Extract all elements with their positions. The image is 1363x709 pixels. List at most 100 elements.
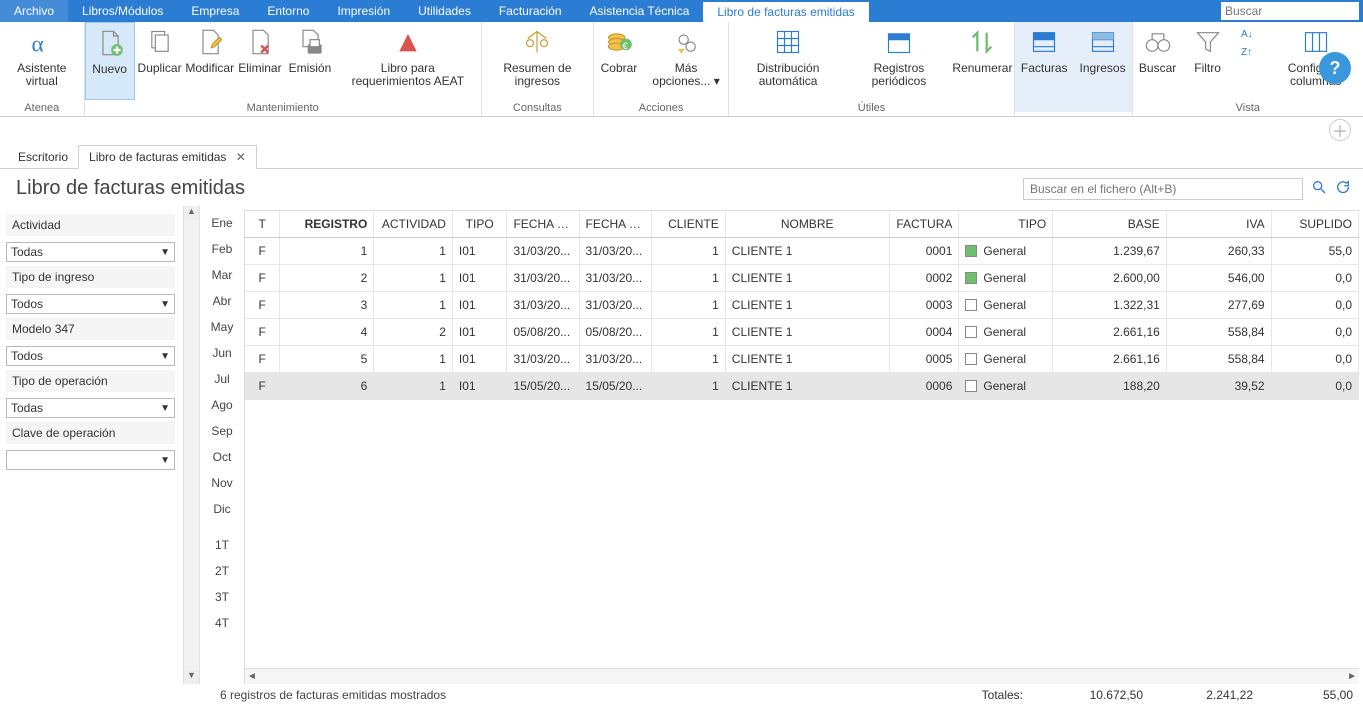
menu-archivo[interactable]: Archivo bbox=[0, 0, 68, 22]
menu-utilidades[interactable]: Utilidades bbox=[404, 0, 485, 22]
col-suplido[interactable]: SUPLIDO bbox=[1271, 211, 1358, 238]
filtro-button[interactable]: Filtro bbox=[1183, 22, 1233, 100]
month-may[interactable]: May bbox=[200, 314, 244, 340]
tipo-swatch-icon bbox=[965, 272, 977, 284]
scroll-right-icon[interactable]: ► bbox=[1347, 671, 1357, 682]
cell-base: 2.661,16 bbox=[1053, 346, 1167, 373]
menu-facturacion[interactable]: Facturación bbox=[485, 0, 576, 22]
table-row[interactable]: F61I0115/05/20...15/05/20...1CLIENTE 100… bbox=[245, 373, 1359, 400]
close-tab-icon[interactable]: ✕ bbox=[236, 150, 246, 164]
global-search-input[interactable] bbox=[1221, 2, 1359, 20]
col-registro[interactable]: REGISTRO bbox=[280, 211, 374, 238]
scroll-left-icon[interactable]: ◄ bbox=[247, 671, 257, 682]
month-sep[interactable]: Sep bbox=[200, 418, 244, 444]
quarter-2t[interactable]: 2T bbox=[200, 558, 244, 584]
table-row[interactable]: F42I0105/08/20...05/08/20...1CLIENTE 100… bbox=[245, 319, 1359, 346]
menu-entorno[interactable]: Entorno bbox=[253, 0, 323, 22]
filter-tipo-ingreso-select[interactable]: Todos▼ bbox=[6, 294, 175, 314]
mas-opciones-button[interactable]: Más opciones... ▾ bbox=[644, 22, 728, 100]
cell-tipo: I01 bbox=[452, 265, 507, 292]
sort-buttons[interactable]: A↓ Z↑ bbox=[1233, 22, 1269, 100]
month-feb[interactable]: Feb bbox=[200, 236, 244, 262]
menu-empresa[interactable]: Empresa bbox=[177, 0, 253, 22]
menu-impresion[interactable]: Impresión bbox=[323, 0, 404, 22]
filter-tipo-operacion-select[interactable]: Todas▼ bbox=[6, 398, 175, 418]
month-dic[interactable]: Dic bbox=[200, 496, 244, 522]
emision-button[interactable]: Emisión bbox=[285, 22, 335, 100]
month-nov[interactable]: Nov bbox=[200, 470, 244, 496]
table-row[interactable]: F31I0131/03/20...31/03/20...1CLIENTE 100… bbox=[245, 292, 1359, 319]
refresh-icon[interactable] bbox=[1335, 179, 1351, 198]
ingresos-toggle[interactable]: Ingresos bbox=[1074, 22, 1132, 112]
libro-aeat-button[interactable]: Libro para requerimientos AEAT bbox=[335, 22, 481, 100]
cell-base: 2.661,16 bbox=[1053, 319, 1167, 346]
eliminar-button[interactable]: Eliminar bbox=[235, 22, 285, 100]
month-mar[interactable]: Mar bbox=[200, 262, 244, 288]
cell-fecha-r: 31/03/20... bbox=[507, 346, 579, 373]
col-tipo[interactable]: TIPO bbox=[452, 211, 507, 238]
col-fecha-e[interactable]: FECHA E... bbox=[579, 211, 651, 238]
month-jun[interactable]: Jun bbox=[200, 340, 244, 366]
tab-escritorio[interactable]: Escritorio bbox=[8, 146, 78, 168]
month-abr[interactable]: Abr bbox=[200, 288, 244, 314]
table-row[interactable]: F51I0131/03/20...31/03/20...1CLIENTE 100… bbox=[245, 346, 1359, 373]
month-ago[interactable]: Ago bbox=[200, 392, 244, 418]
global-search[interactable] bbox=[1221, 2, 1359, 20]
month-jul[interactable]: Jul bbox=[200, 366, 244, 392]
menu-libros[interactable]: Libros/Módulos bbox=[68, 0, 177, 22]
col-base[interactable]: BASE bbox=[1053, 211, 1167, 238]
filters-scrollbar[interactable]: ▲ ▼ bbox=[183, 206, 199, 684]
scroll-down-icon[interactable]: ▼ bbox=[184, 670, 199, 684]
sort-asc-icon[interactable]: A↓ bbox=[1235, 26, 1267, 40]
buscar-button[interactable]: Buscar bbox=[1133, 22, 1183, 100]
menu-asistencia[interactable]: Asistencia Técnica bbox=[576, 0, 704, 22]
ribbon-tab-active[interactable]: Libro de facturas emitidas bbox=[703, 0, 868, 22]
duplicar-button[interactable]: Duplicar bbox=[135, 22, 185, 100]
add-tab-button[interactable]: ＋ bbox=[1329, 119, 1351, 141]
col-tipo2[interactable]: TIPO bbox=[959, 211, 1053, 238]
filter-clave-operacion-select[interactable]: ▼ bbox=[6, 450, 175, 470]
col-actividad[interactable]: ACTIVIDAD bbox=[374, 211, 453, 238]
table-h-scrollbar[interactable]: ◄ ► bbox=[245, 668, 1359, 684]
col-nombre[interactable]: NOMBRE bbox=[725, 211, 889, 238]
table-row[interactable]: F11I0131/03/20...31/03/20...1CLIENTE 100… bbox=[245, 238, 1359, 265]
month-oct[interactable]: Oct bbox=[200, 444, 244, 470]
renumerar-button[interactable]: Renumerar bbox=[951, 22, 1014, 100]
cell-actividad: 1 bbox=[374, 346, 453, 373]
col-t[interactable]: T bbox=[245, 211, 280, 238]
help-button[interactable]: ? bbox=[1319, 52, 1351, 84]
table-row[interactable]: F21I0131/03/20...31/03/20...1CLIENTE 100… bbox=[245, 265, 1359, 292]
filter-actividad-select[interactable]: Todas▼ bbox=[6, 242, 175, 262]
cobrar-button[interactable]: € Cobrar bbox=[594, 22, 644, 100]
cell-t: F bbox=[245, 319, 280, 346]
tipo-swatch-icon bbox=[965, 353, 977, 365]
modificar-button[interactable]: Modificar bbox=[185, 22, 235, 100]
cell-nombre: CLIENTE 1 bbox=[725, 265, 889, 292]
col-factura[interactable]: FACTURA bbox=[889, 211, 959, 238]
cell-nombre: CLIENTE 1 bbox=[725, 373, 889, 400]
filter-modelo347-select[interactable]: Todos▼ bbox=[6, 346, 175, 366]
registros-label: Registros periódicos bbox=[853, 62, 945, 88]
cell-iva: 546,00 bbox=[1166, 265, 1271, 292]
month-ene[interactable]: Ene bbox=[200, 210, 244, 236]
registros-periodicos-button[interactable]: Registros periódicos bbox=[847, 22, 951, 100]
nuevo-button[interactable]: Nuevo bbox=[85, 22, 135, 100]
file-search-input[interactable] bbox=[1023, 178, 1303, 200]
scroll-up-icon[interactable]: ▲ bbox=[184, 206, 199, 220]
col-fecha-r[interactable]: FECHA R... bbox=[507, 211, 579, 238]
sort-desc-icon[interactable]: Z↑ bbox=[1235, 44, 1267, 58]
resumen-ingresos-button[interactable]: Resumen de ingresos bbox=[482, 22, 593, 100]
col-iva[interactable]: IVA bbox=[1166, 211, 1271, 238]
search-icon[interactable] bbox=[1311, 179, 1327, 198]
cell-actividad: 1 bbox=[374, 238, 453, 265]
quarter-1t[interactable]: 1T bbox=[200, 532, 244, 558]
quarter-3t[interactable]: 3T bbox=[200, 584, 244, 610]
asistente-virtual-button[interactable]: α Asistente virtual bbox=[0, 22, 84, 100]
quarter-4t[interactable]: 4T bbox=[200, 610, 244, 636]
distribucion-button[interactable]: Distribución automática bbox=[729, 22, 847, 100]
facturas-toggle[interactable]: Facturas bbox=[1015, 22, 1074, 112]
col-cliente[interactable]: CLIENTE bbox=[651, 211, 725, 238]
cell-registro: 2 bbox=[280, 265, 374, 292]
cell-nombre: CLIENTE 1 bbox=[725, 238, 889, 265]
tab-libro-facturas[interactable]: Libro de facturas emitidas ✕ bbox=[78, 145, 257, 169]
